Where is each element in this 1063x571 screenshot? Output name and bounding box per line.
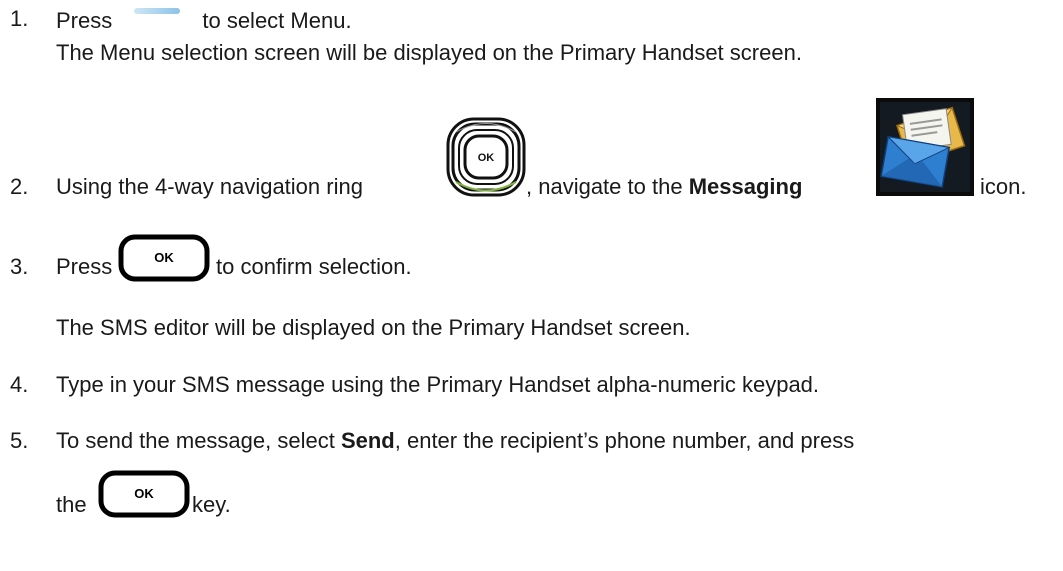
- step-text-before: Using the 4-way navigation ring: [56, 174, 363, 199]
- messaging-icon: [876, 98, 974, 196]
- ok-key-icon: OK: [98, 470, 190, 518]
- step-text: Press to select Menu.: [56, 8, 352, 32]
- step-text-after: , enter the recipient’s phone number, an…: [394, 428, 855, 453]
- step-text-line2-after: key.: [192, 492, 231, 517]
- softkey-icon: [134, 8, 181, 14]
- step-text-line2-before: the: [56, 492, 87, 517]
- step-subtext: The Menu selection screen will be displa…: [56, 40, 802, 65]
- step-number: 1.: [10, 6, 29, 31]
- step-number: 5.: [10, 428, 29, 453]
- step-number: 4.: [10, 372, 29, 397]
- step-text: To send the message, select Send, enter …: [56, 430, 854, 452]
- step-text-after-comma: , navigate to the: [526, 174, 683, 199]
- nav-ring-label: OK: [478, 152, 495, 164]
- step-text-before: Press: [56, 254, 113, 279]
- step-text: Type in your SMS message using the Prima…: [56, 372, 820, 397]
- step-text-bold: Messaging: [688, 174, 803, 199]
- ok-key-icon: OK: [118, 234, 210, 282]
- nav-ring-icon: OK: [446, 117, 526, 197]
- step-text-before: Press: [56, 8, 113, 33]
- step-text-after: to select Menu.: [196, 8, 352, 33]
- step-text-after: to confirm selection.: [216, 254, 412, 279]
- step-subtext: The SMS editor will be displayed on the …: [56, 315, 691, 340]
- step-number: 2.: [10, 174, 29, 199]
- step-text-middle: , navigate to the Messaging: [526, 176, 802, 198]
- step-text-bold: Send: [340, 428, 395, 453]
- ok-key-label: OK: [154, 250, 174, 265]
- step-text-before: To send the message, select: [56, 428, 335, 453]
- step-number: 3.: [10, 254, 29, 279]
- ok-key-label: OK: [134, 486, 154, 501]
- step-text-after: icon.: [980, 174, 1027, 199]
